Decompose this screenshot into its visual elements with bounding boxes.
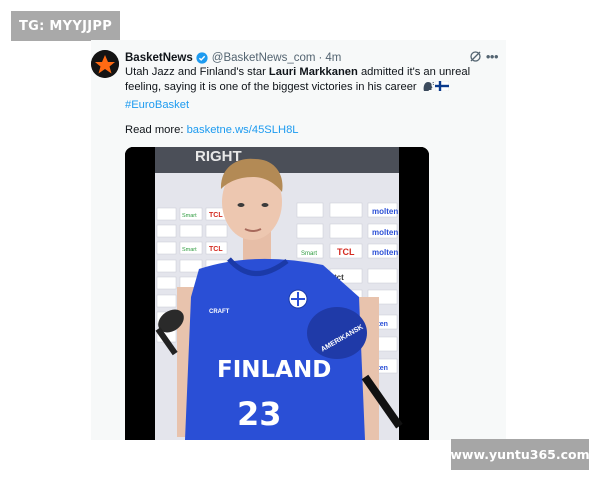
tweet-header: BasketNews @BasketNews_com · 4m	[125, 50, 341, 66]
basketnews-logo-icon	[91, 50, 119, 78]
read-more: Read more: basketne.ws/45SLH8L	[125, 124, 299, 136]
verified-badge-icon	[196, 52, 208, 64]
tweet-text-bold: Lauri Markkanen	[268, 66, 358, 78]
separator: ·	[318, 52, 323, 64]
tweet-text-part1: Utah Jazz and Finland's star	[125, 66, 269, 78]
finland-flag-icon	[434, 81, 450, 96]
read-more-label: Read more:	[125, 124, 187, 136]
watermark: www.yuntu365.com	[450, 439, 590, 470]
sponsor-molten: molten	[372, 207, 398, 216]
svg-text:molten: molten	[372, 248, 398, 257]
handle[interactable]: @BasketNews_com	[212, 52, 316, 64]
svg-text:molten: molten	[372, 228, 398, 237]
banner-text: RIGHT	[195, 148, 242, 165]
sponsor-tcl: TCL	[337, 247, 355, 257]
tag-badge: TG: MYYJJPP	[11, 11, 120, 41]
jersey-number: 23	[237, 395, 282, 433]
tweet-media[interactable]: RIGHT molten molten molten TCL TCL TCL S…	[125, 147, 429, 440]
speaking-head-icon	[422, 80, 434, 97]
more-horizontal-icon[interactable]: •••	[486, 50, 499, 64]
timestamp[interactable]: 4m	[325, 52, 341, 64]
hashtag-eurobasket[interactable]: #EuroBasket	[125, 99, 189, 111]
sponsor-smart: Smart	[301, 251, 317, 257]
svg-text:TCL: TCL	[209, 246, 223, 253]
read-more-link[interactable]: basketne.ws/45SLH8L	[187, 124, 299, 136]
media-image: RIGHT molten molten molten TCL TCL TCL S…	[125, 147, 429, 440]
svg-text:TCL: TCL	[209, 212, 223, 219]
tweet-text: Utah Jazz and Finland's star Lauri Markk…	[125, 65, 475, 113]
tweet-card[interactable]: BasketNews @BasketNews_com · 4m ••• Utah…	[91, 40, 506, 440]
svg-text:Smart: Smart	[182, 247, 197, 253]
avatar[interactable]	[91, 50, 119, 78]
jersey-country: FINLAND	[217, 357, 331, 383]
svg-text:Smart: Smart	[182, 213, 197, 219]
display-name[interactable]: BasketNews	[125, 52, 193, 64]
jersey-brand: CRAFT	[209, 309, 230, 315]
